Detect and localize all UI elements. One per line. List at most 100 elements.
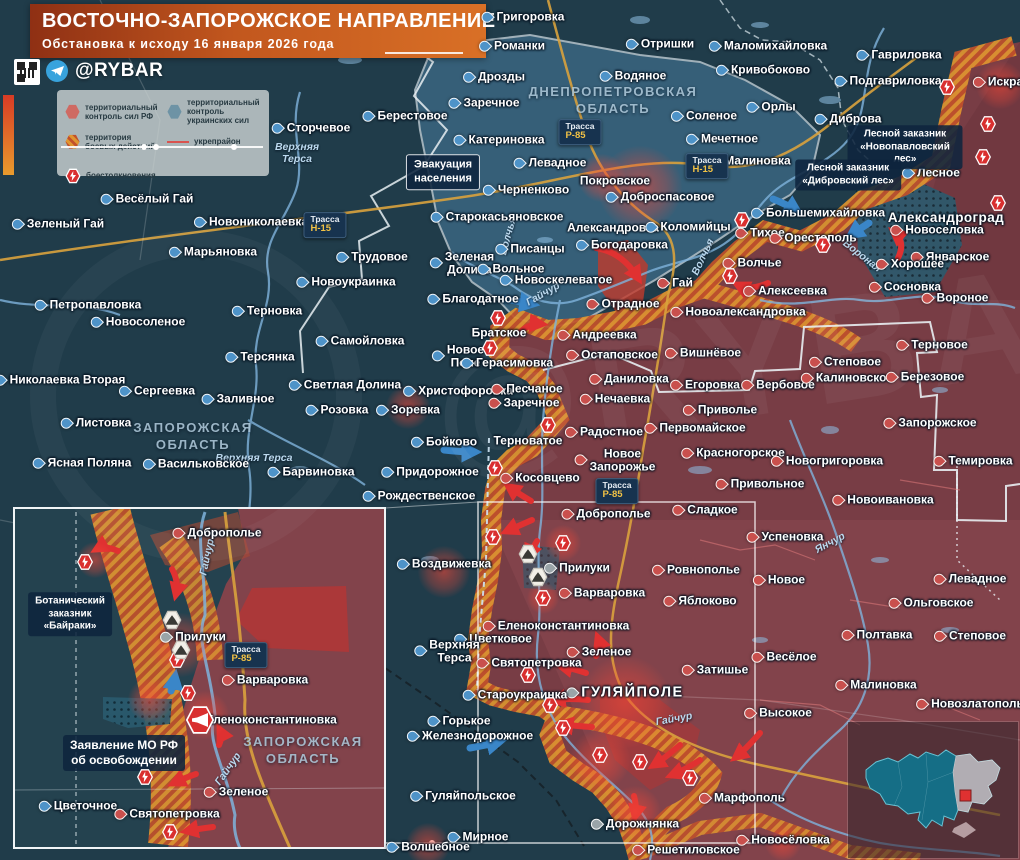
town-name: Весёлый Гай: [116, 193, 194, 206]
town-name: Николаевка Вторая: [10, 374, 126, 387]
legend-accent-bar: [3, 95, 14, 175]
legend-item-fortline: укрепрайон: [167, 133, 263, 151]
town-name: Левадное: [529, 157, 587, 170]
town-name: Горькое: [442, 715, 490, 728]
town-name: Радостное: [580, 426, 643, 439]
map-pin-icon: [141, 456, 157, 472]
town-name: Новониколаевка: [209, 216, 308, 229]
town-label: Писанцы: [495, 243, 564, 256]
town-name: Левадное: [949, 573, 1007, 586]
town-name: Терсянка: [240, 351, 294, 364]
town-label: Новосоленое: [91, 316, 185, 329]
map-pin-icon: [749, 649, 765, 665]
map-pin-icon: [430, 348, 446, 364]
qr-code: [14, 59, 40, 85]
town-name: Гай: [672, 277, 693, 290]
town-name: Новоукраинка: [311, 276, 395, 289]
map-pin-icon: [564, 347, 580, 363]
town-label: Водяное: [600, 70, 667, 83]
town-name: Придорожное: [396, 466, 479, 479]
town-name: Алексеевка: [758, 285, 827, 298]
town-name: Березовое: [901, 371, 965, 384]
town-name: Зеленое: [582, 646, 632, 659]
map-pin-icon: [812, 111, 828, 127]
map-pin-icon: [557, 585, 573, 601]
map-pin-icon: [408, 788, 424, 804]
town-name: Егоровка: [685, 379, 740, 392]
town-name: Новоскелеватое: [515, 274, 613, 287]
map-pin-icon: [459, 355, 475, 371]
town-label: Васильковское: [143, 458, 249, 471]
town-label: Успеновка: [747, 531, 824, 544]
map-pin-icon: [303, 402, 319, 418]
town-label: Гай: [657, 277, 693, 290]
town-label: Листовка: [61, 417, 132, 430]
town-name: Святопетровка: [129, 808, 219, 821]
town-name: Первомайское: [659, 422, 745, 435]
map-pin-icon: [679, 445, 695, 461]
town-label: Новоивановка: [832, 494, 933, 507]
town-label: Искра: [973, 76, 1020, 89]
town-name: Прилуки: [559, 562, 610, 575]
map-pin-icon: [269, 120, 285, 136]
town-name: Сладкое: [687, 504, 737, 517]
town-label: Новоселовка: [890, 224, 984, 237]
town-label: Ровнополье: [652, 564, 740, 577]
map-pin-icon: [833, 677, 849, 693]
map-pin-icon: [374, 402, 390, 418]
town-label: Дорожнянка: [591, 818, 679, 831]
map-pin-icon: [479, 9, 495, 25]
town-label: Большемихайловка: [751, 207, 885, 220]
map-pin-icon: [624, 36, 640, 52]
map-note: Заявление МО РФ об освобождении: [63, 735, 185, 771]
town-name: Водяное: [615, 70, 667, 83]
town-label: Зоревка: [376, 404, 440, 417]
map-pin-icon: [587, 371, 603, 387]
town-label: Вишнёвое: [665, 347, 741, 360]
town-name: Зеленое: [219, 786, 269, 799]
map-pin-icon: [742, 705, 758, 721]
town-label: Полтавка: [842, 629, 913, 642]
map-pin-icon: [511, 155, 527, 171]
map-pin-icon: [669, 108, 685, 124]
town-name: Рождественское: [378, 490, 476, 503]
telegram-chip[interactable]: @RYBAR: [46, 60, 163, 82]
town-name: Сергеевка: [134, 385, 195, 398]
town-label: Запорожское: [883, 417, 976, 430]
town-label: Марфополь: [699, 792, 785, 805]
town-name: Доброполье: [576, 508, 650, 521]
map-pin-icon: [313, 333, 329, 349]
map-pin-icon: [474, 655, 490, 671]
map-pin-icon: [477, 38, 493, 54]
town-label: Даниловка: [589, 373, 669, 386]
telegram-icon: [46, 60, 68, 82]
region-label: ЗАПОРОЖСКАЯ ОБЛАСТЬ: [133, 420, 252, 454]
town-label: Варваровка: [222, 674, 308, 687]
town-label: ГУЛЯЙПОЛЕ: [566, 685, 683, 700]
map-pin-icon: [744, 529, 760, 545]
town-label: Еленоконстантиновка: [205, 714, 337, 727]
town-label: Калиновское: [801, 372, 893, 385]
map-pin-icon: [807, 354, 823, 370]
town-name: Сторчевое: [287, 122, 351, 135]
town-name: Бойково: [426, 436, 477, 449]
ua-control-icon: [167, 104, 182, 119]
town-label: Заречное: [488, 397, 559, 410]
map-pin-icon: [931, 453, 947, 469]
town-name: Покровское: [580, 175, 650, 188]
road-badge: ТрассаР-85: [558, 119, 601, 145]
map-pin-icon: [867, 279, 883, 295]
town-label: Маломихайловка: [709, 40, 827, 53]
map-pin-icon: [428, 255, 444, 271]
town-label: Новоукраинка: [296, 276, 395, 289]
town-label: Новоскелеватое: [500, 274, 613, 287]
town-label: Весёлый Гай: [101, 193, 194, 206]
town-name: Заливное: [217, 393, 275, 406]
town-label: Терноватое: [494, 435, 563, 448]
town-label: Григоровка: [482, 11, 565, 24]
legend-frontline-sample: [61, 146, 263, 148]
map-pin-icon: [881, 415, 897, 431]
town-name: Гуляйпольское: [425, 790, 516, 803]
town-label: Степовое: [934, 630, 1006, 643]
map-pin-icon: [894, 337, 910, 353]
